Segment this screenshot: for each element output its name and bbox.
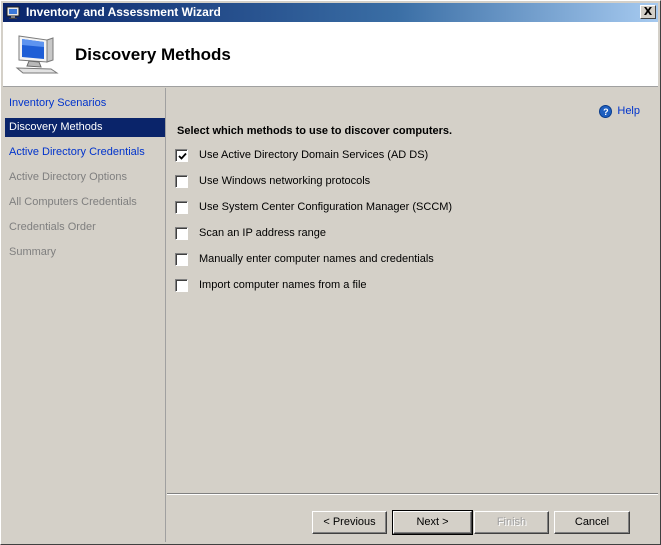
option-sccm[interactable]: Use System Center Configuration Manager …	[175, 199, 452, 215]
footer-separator	[167, 493, 658, 495]
nav-item-active-directory-credentials[interactable]: Active Directory Credentials	[5, 143, 165, 162]
option-label: Use Active Directory Domain Services (AD…	[199, 149, 429, 161]
title-bar[interactable]: Inventory and Assessment Wizard X	[3, 3, 658, 22]
checkbox-sccm[interactable]	[175, 200, 188, 214]
wizard-window: Inventory and Assessment Wizard X Discov…	[0, 0, 661, 545]
option-label: Use System Center Configuration Manager …	[199, 201, 453, 213]
option-label: Import computer names from a file	[199, 279, 367, 291]
main-panel: ? Help Select which methods to use to di…	[167, 88, 658, 493]
option-windows-networking[interactable]: Use Windows networking protocols	[175, 173, 370, 189]
wizard-nav: Inventory Scenarios Discovery Methods Ac…	[3, 88, 166, 542]
option-import-file[interactable]: Import computer names from a file	[175, 277, 367, 293]
checkbox-ad-ds[interactable]	[175, 148, 188, 162]
computer-monitor-icon	[15, 35, 59, 74]
option-label: Manually enter computer names and creden…	[199, 253, 434, 265]
checkbox-windows-networking[interactable]	[175, 174, 188, 188]
app-icon	[6, 6, 20, 19]
checkbox-manual-entry[interactable]	[175, 252, 188, 266]
close-button[interactable]: X	[640, 5, 656, 19]
close-icon: X	[643, 5, 653, 18]
cancel-button[interactable]: Cancel	[554, 511, 630, 534]
help-icon: ?	[599, 104, 613, 118]
option-ad-ds[interactable]: Use Active Directory Domain Services (AD…	[175, 147, 428, 163]
option-label: Scan an IP address range	[199, 227, 326, 239]
previous-button[interactable]: < Previous	[312, 511, 387, 534]
nav-item-active-directory-options: Active Directory Options	[9, 171, 127, 183]
option-manual-entry[interactable]: Manually enter computer names and creden…	[175, 251, 434, 267]
nav-item-discovery-methods[interactable]: Discovery Methods	[5, 118, 165, 137]
wizard-header: Discovery Methods	[3, 22, 658, 87]
nav-item-summary: Summary	[9, 246, 57, 258]
help-link[interactable]: ? Help	[599, 103, 640, 119]
finish-button: Finish	[474, 511, 549, 534]
help-label: Help	[617, 105, 640, 117]
option-ip-range[interactable]: Scan an IP address range	[175, 225, 326, 241]
nav-item-credentials-order: Credentials Order	[9, 221, 96, 233]
instruction-text: Select which methods to use to discover …	[177, 125, 453, 137]
checkbox-import-file[interactable]	[175, 278, 188, 292]
option-label: Use Windows networking protocols	[199, 175, 371, 187]
nav-item-inventory-scenarios[interactable]: Inventory Scenarios	[5, 94, 165, 113]
window-title: Inventory and Assessment Wizard	[26, 5, 221, 19]
checkbox-ip-range[interactable]	[175, 226, 188, 240]
checkmark-icon	[178, 152, 187, 160]
nav-item-all-computers-credentials: All Computers Credentials	[9, 196, 137, 208]
page-title: Discovery Methods	[75, 45, 231, 64]
next-button[interactable]: Next >	[392, 510, 473, 535]
